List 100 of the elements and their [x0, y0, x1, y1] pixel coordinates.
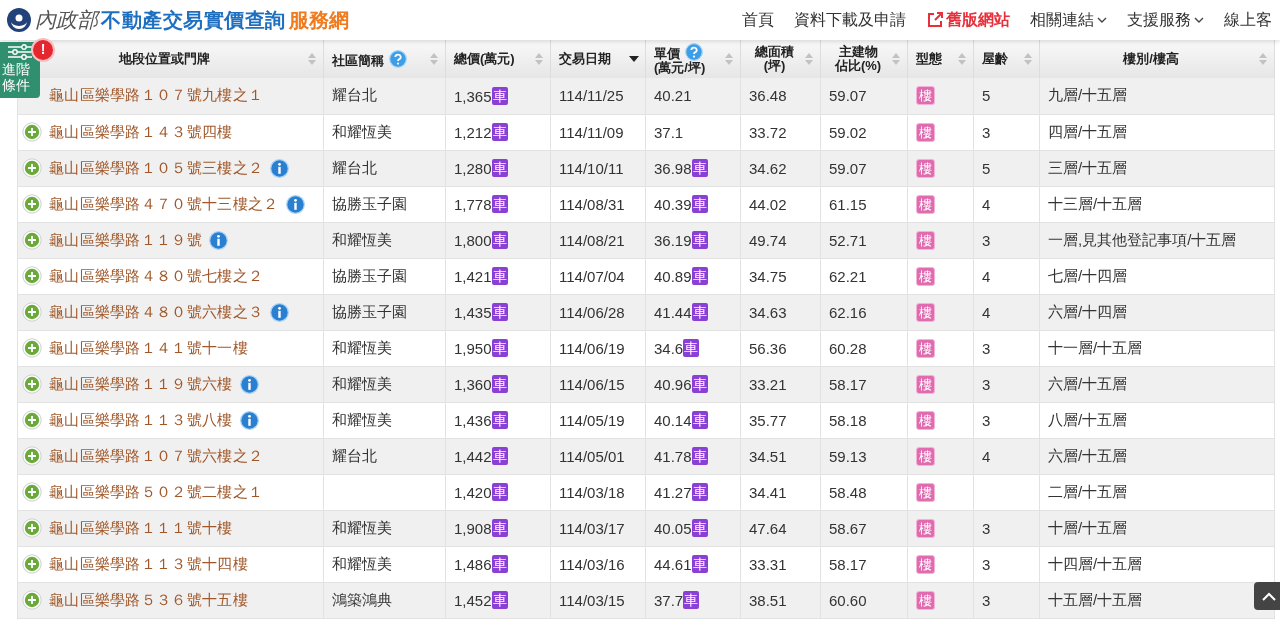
info-icon[interactable] [239, 410, 259, 430]
column-header[interactable]: 單價 (萬元/坪) [645, 40, 741, 78]
main-building-ratio: 59.07 [829, 159, 867, 177]
nav-link[interactable]: 線上客 [1224, 9, 1272, 31]
sort-icon[interactable] [429, 52, 439, 66]
building-age: 3 [982, 519, 991, 537]
expand-icon[interactable] [22, 482, 42, 502]
expand-icon[interactable] [22, 446, 42, 466]
expand-icon[interactable] [22, 338, 42, 358]
total-area: 35.77 [749, 411, 787, 429]
main-building-ratio: 61.15 [829, 195, 867, 213]
column-header[interactable]: 總面積 (坪) [740, 40, 821, 78]
total-price: 1,420 [454, 484, 492, 501]
total-price: 1,800 [454, 232, 492, 249]
community-name: 和耀恆美 [332, 374, 392, 392]
community-name: 耀台北 [332, 158, 377, 176]
community-name: 和耀恆美 [332, 338, 392, 356]
sort-icon[interactable] [1258, 52, 1268, 66]
total-price: 1,486 [454, 556, 492, 573]
main-building-ratio: 60.28 [829, 339, 867, 357]
building-type-badge: 樓 [916, 482, 935, 502]
advanced-filter-button[interactable]: 進階條件 [0, 42, 40, 98]
community-name: 協勝玉子園 [332, 194, 407, 212]
help-icon[interactable] [389, 50, 407, 68]
unit-price: 40.39 [654, 196, 692, 213]
nav-link[interactable]: 支援服務 [1127, 9, 1204, 31]
column-header[interactable]: 總價(萬元) [445, 40, 551, 78]
parking-badge: 車 [691, 411, 708, 429]
alert-badge: ! [33, 40, 53, 60]
logo-icon [6, 7, 32, 33]
scroll-top-button[interactable] [1254, 582, 1280, 610]
help-icon[interactable] [685, 43, 703, 61]
column-header[interactable]: 社區簡稱 [323, 40, 446, 78]
expand-icon[interactable] [22, 518, 42, 538]
floor-level: 十四層/十五層 [1048, 554, 1143, 572]
building-age: 3 [982, 591, 991, 609]
column-header[interactable]: 型態 [907, 40, 974, 78]
info-icon[interactable] [209, 230, 228, 250]
transaction-date: 114/11/09 [559, 123, 624, 141]
parking-badge: 車 [491, 555, 508, 573]
expand-icon[interactable] [22, 302, 42, 322]
info-icon[interactable] [270, 158, 290, 178]
nav-link[interactable]: 首頁 [742, 9, 774, 31]
expand-icon[interactable] [22, 158, 42, 178]
total-area: 33.21 [749, 375, 787, 393]
building-type-badge: 樓 [916, 518, 935, 538]
sort-descending-icon[interactable] [629, 55, 639, 63]
expand-icon[interactable] [22, 266, 42, 286]
nav-link[interactable]: 相關連結 [1030, 9, 1107, 31]
community-name: 和耀恆美 [332, 122, 392, 140]
sort-icon[interactable] [891, 52, 901, 66]
transaction-date: 114/08/31 [559, 195, 625, 213]
info-icon[interactable] [285, 194, 305, 214]
sort-icon[interactable] [724, 52, 734, 66]
site-title-suffix: 服務網 [288, 7, 349, 33]
parking-badge: 車 [683, 339, 700, 357]
column-header[interactable]: 交易日期 [550, 40, 646, 78]
total-price: 1,360 [454, 376, 492, 393]
info-icon[interactable] [239, 374, 259, 394]
expand-icon[interactable] [22, 554, 42, 574]
column-header[interactable]: 屋齡 [973, 40, 1040, 78]
sort-icon[interactable] [1023, 52, 1033, 66]
parking-badge: 車 [491, 591, 508, 609]
column-header[interactable]: 樓別/樓高 [1039, 40, 1275, 78]
sort-icon[interactable] [957, 52, 967, 66]
community-name: 和耀恆美 [332, 410, 392, 428]
expand-icon[interactable] [22, 230, 42, 250]
building-type-badge: 樓 [916, 194, 935, 214]
sort-icon[interactable] [804, 52, 814, 66]
parking-badge: 車 [691, 267, 708, 285]
parking-badge: 車 [691, 375, 708, 393]
external-link-icon [926, 11, 944, 29]
total-price: 1,280 [454, 160, 492, 177]
sliders-icon [7, 44, 33, 60]
info-icon[interactable] [270, 302, 290, 322]
floor-level: 二層/十五層 [1048, 482, 1128, 500]
building-age: 4 [982, 447, 991, 465]
transaction-date: 114/03/18 [559, 483, 625, 501]
expand-icon[interactable] [22, 590, 42, 610]
building-age: 4 [982, 195, 991, 213]
parking-badge: 車 [491, 447, 508, 465]
expand-icon[interactable] [22, 374, 42, 394]
unit-price: 41.78 [654, 448, 692, 465]
unit-price: 36.19 [654, 232, 692, 249]
community-name: 協勝玉子園 [332, 266, 407, 284]
expand-icon[interactable] [22, 122, 42, 142]
building-age: 5 [982, 159, 991, 177]
sort-icon[interactable] [534, 52, 544, 66]
expand-icon[interactable] [22, 410, 42, 430]
transaction-date: 114/05/01 [559, 447, 625, 465]
transaction-date: 114/03/16 [559, 555, 625, 573]
nav-link[interactable]: 舊版網站 [926, 9, 1010, 31]
expand-icon[interactable] [22, 194, 42, 214]
parking-badge: 車 [491, 483, 508, 501]
column-header[interactable]: 主建物 佔比(%) [820, 40, 908, 78]
transaction-date: 114/05/19 [559, 411, 625, 429]
main-building-ratio: 59.13 [829, 447, 867, 465]
nav-link[interactable]: 資料下載及申請 [794, 9, 906, 31]
sort-icon[interactable] [307, 52, 317, 66]
building-age: 3 [982, 123, 991, 141]
